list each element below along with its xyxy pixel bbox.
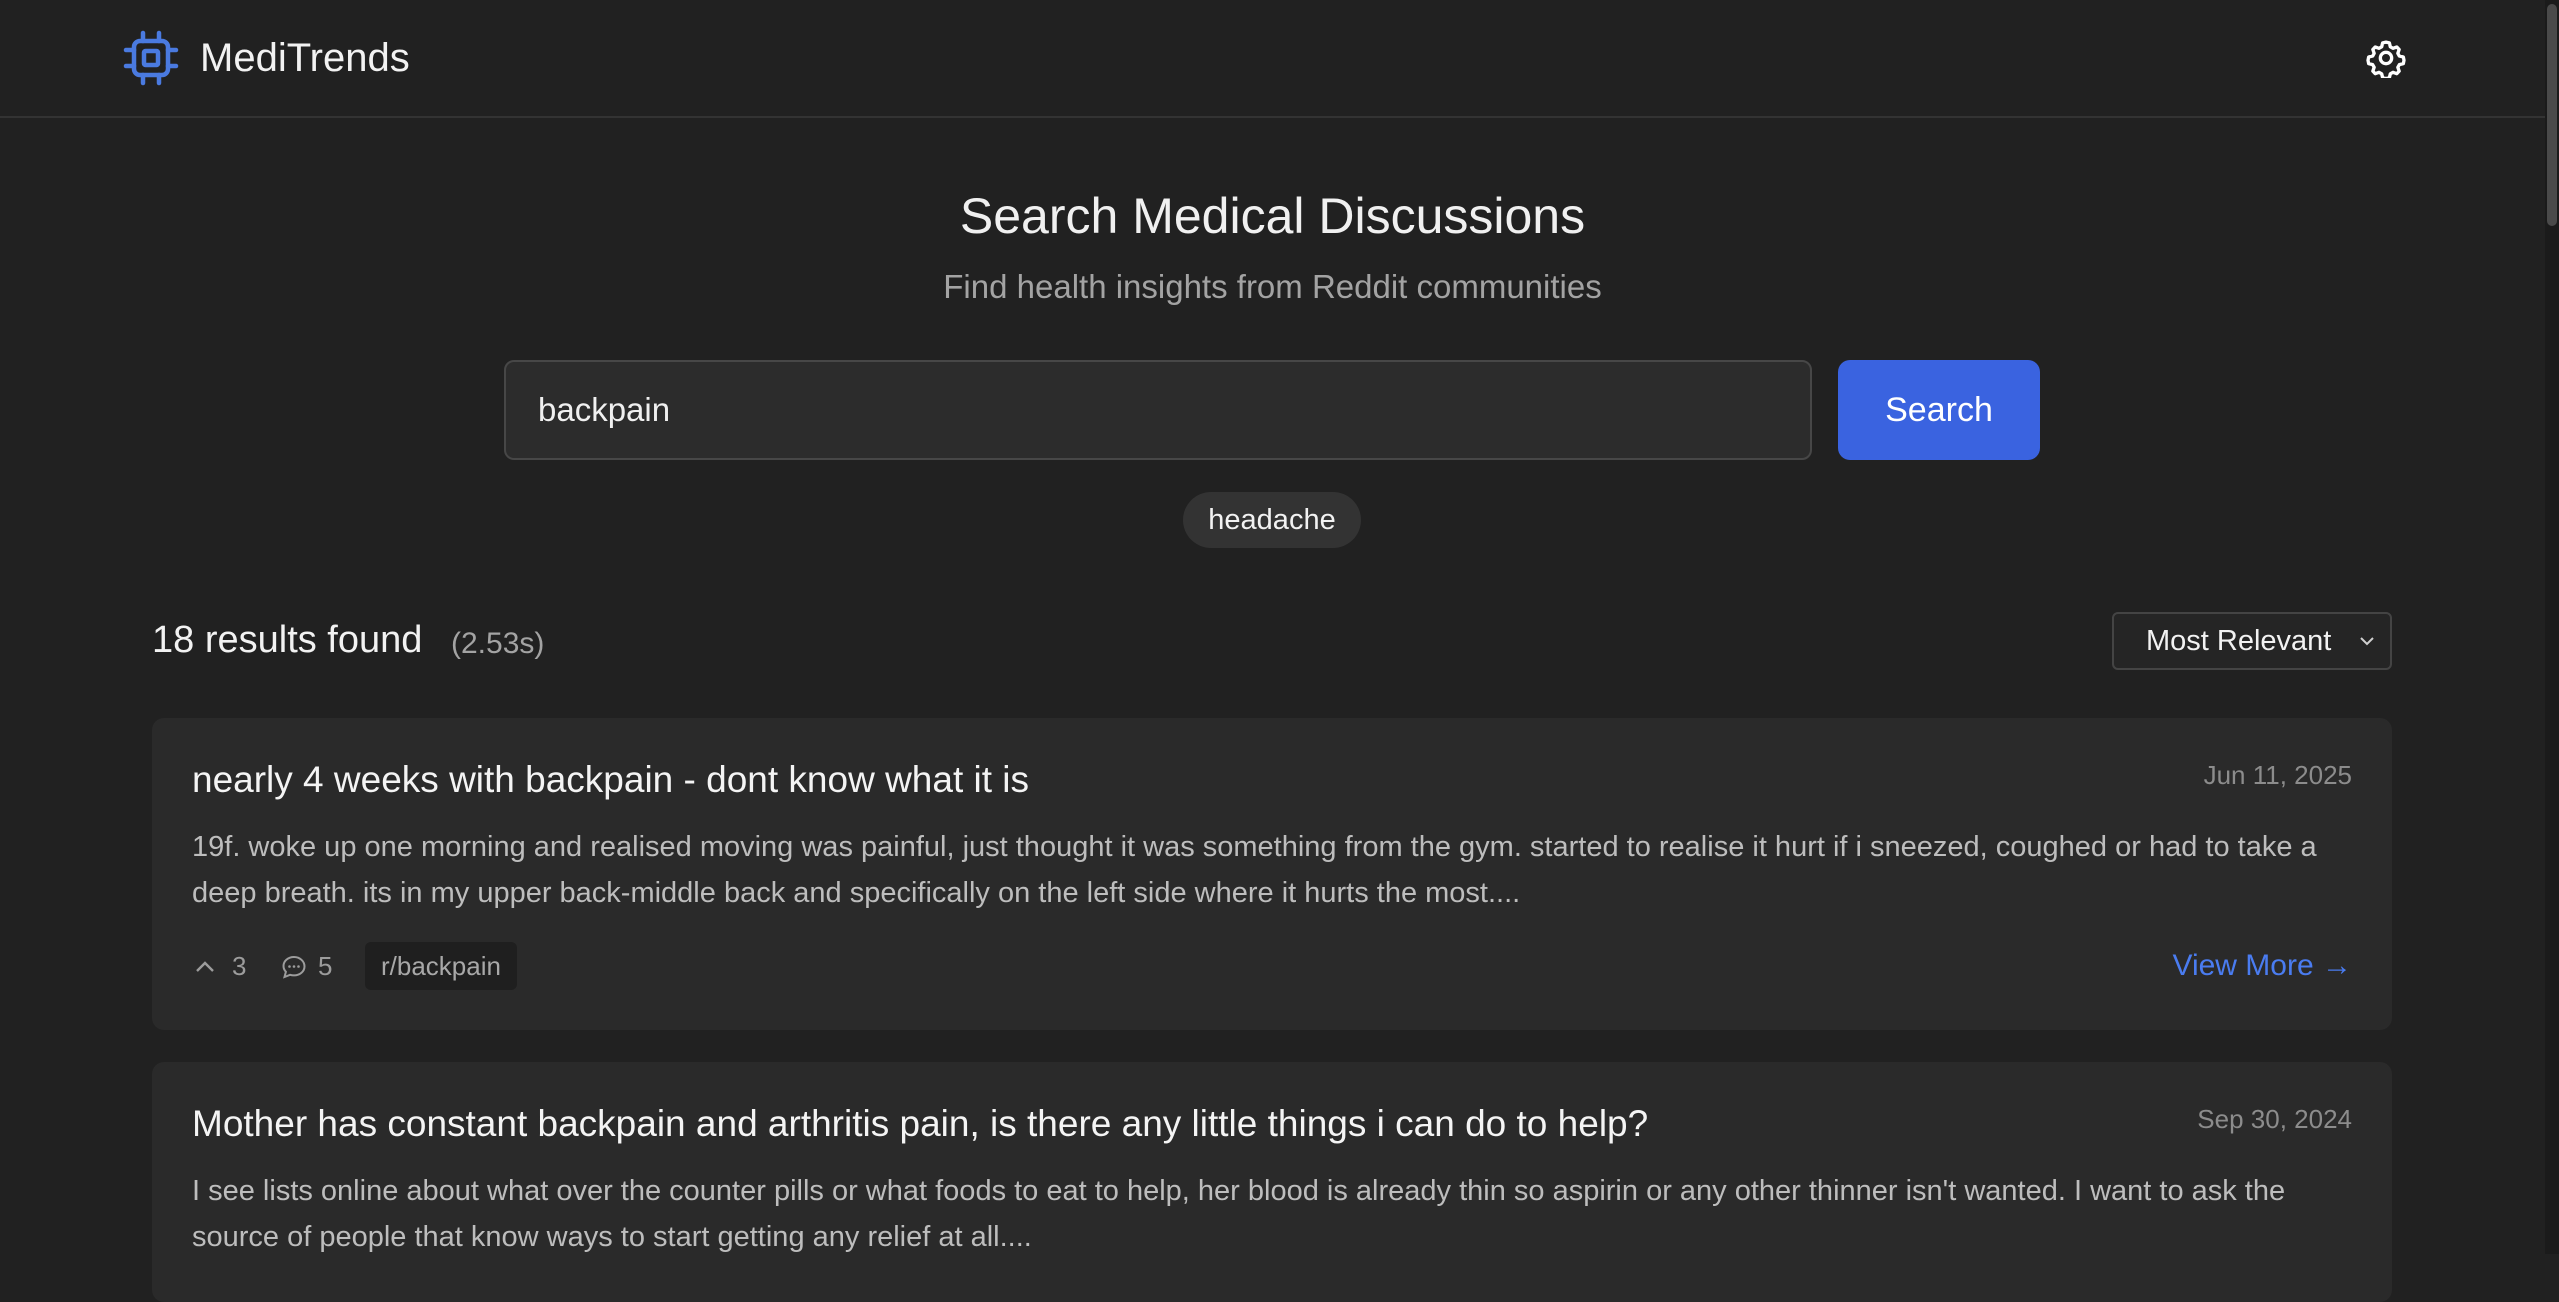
result-card[interactable]: Mother has constant backpain and arthrit… — [152, 1062, 2392, 1302]
suggestion-chip-headache[interactable]: headache — [1183, 492, 1361, 548]
chip-icon — [123, 30, 179, 86]
result-date: Sep 30, 2024 — [2197, 1104, 2352, 1134]
scrollbar-thumb[interactable] — [2547, 4, 2557, 226]
chevron-up-icon — [196, 961, 214, 972]
upvote-count: 3 — [232, 951, 247, 981]
result-excerpt: I see lists online about what over the c… — [192, 1175, 2286, 1253]
results-time: (2.53s) — [451, 627, 545, 660]
sort-dropdown[interactable]: Most Relevant — [2112, 612, 2392, 670]
result-card[interactable]: nearly 4 weeks with backpain - dont know… — [152, 718, 2392, 1030]
result-date: Jun 11, 2025 — [2203, 760, 2352, 790]
scrollbar[interactable] — [2545, 0, 2559, 1254]
app-title: MediTrends — [200, 36, 410, 80]
result-title[interactable]: Mother has constant backpain and arthrit… — [192, 1100, 1648, 1148]
comment-count: 5 — [318, 951, 333, 981]
result-title[interactable]: nearly 4 weeks with backpain - dont know… — [192, 756, 1029, 804]
results-count: 18 results found — [152, 619, 423, 661]
comment-bubble-icon — [282, 955, 306, 979]
gear-icon[interactable] — [2366, 38, 2406, 78]
page-subtitle: Find health insights from Reddit communi… — [943, 268, 1602, 305]
view-more-link[interactable]: View More → — [2172, 942, 2352, 990]
subreddit-tag[interactable]: r/backpain — [365, 942, 517, 990]
page-title: Search Medical Discussions — [959, 188, 1586, 244]
sort-selected-label: Most Relevant — [2146, 625, 2332, 657]
result-excerpt: 19f. woke up one morning and realised mo… — [192, 831, 2317, 909]
app-header: MediTrends — [0, 0, 2545, 118]
chevron-down-icon — [2360, 637, 2374, 646]
search-button[interactable]: Search — [1838, 360, 2040, 460]
search-input[interactable] — [504, 360, 1812, 460]
